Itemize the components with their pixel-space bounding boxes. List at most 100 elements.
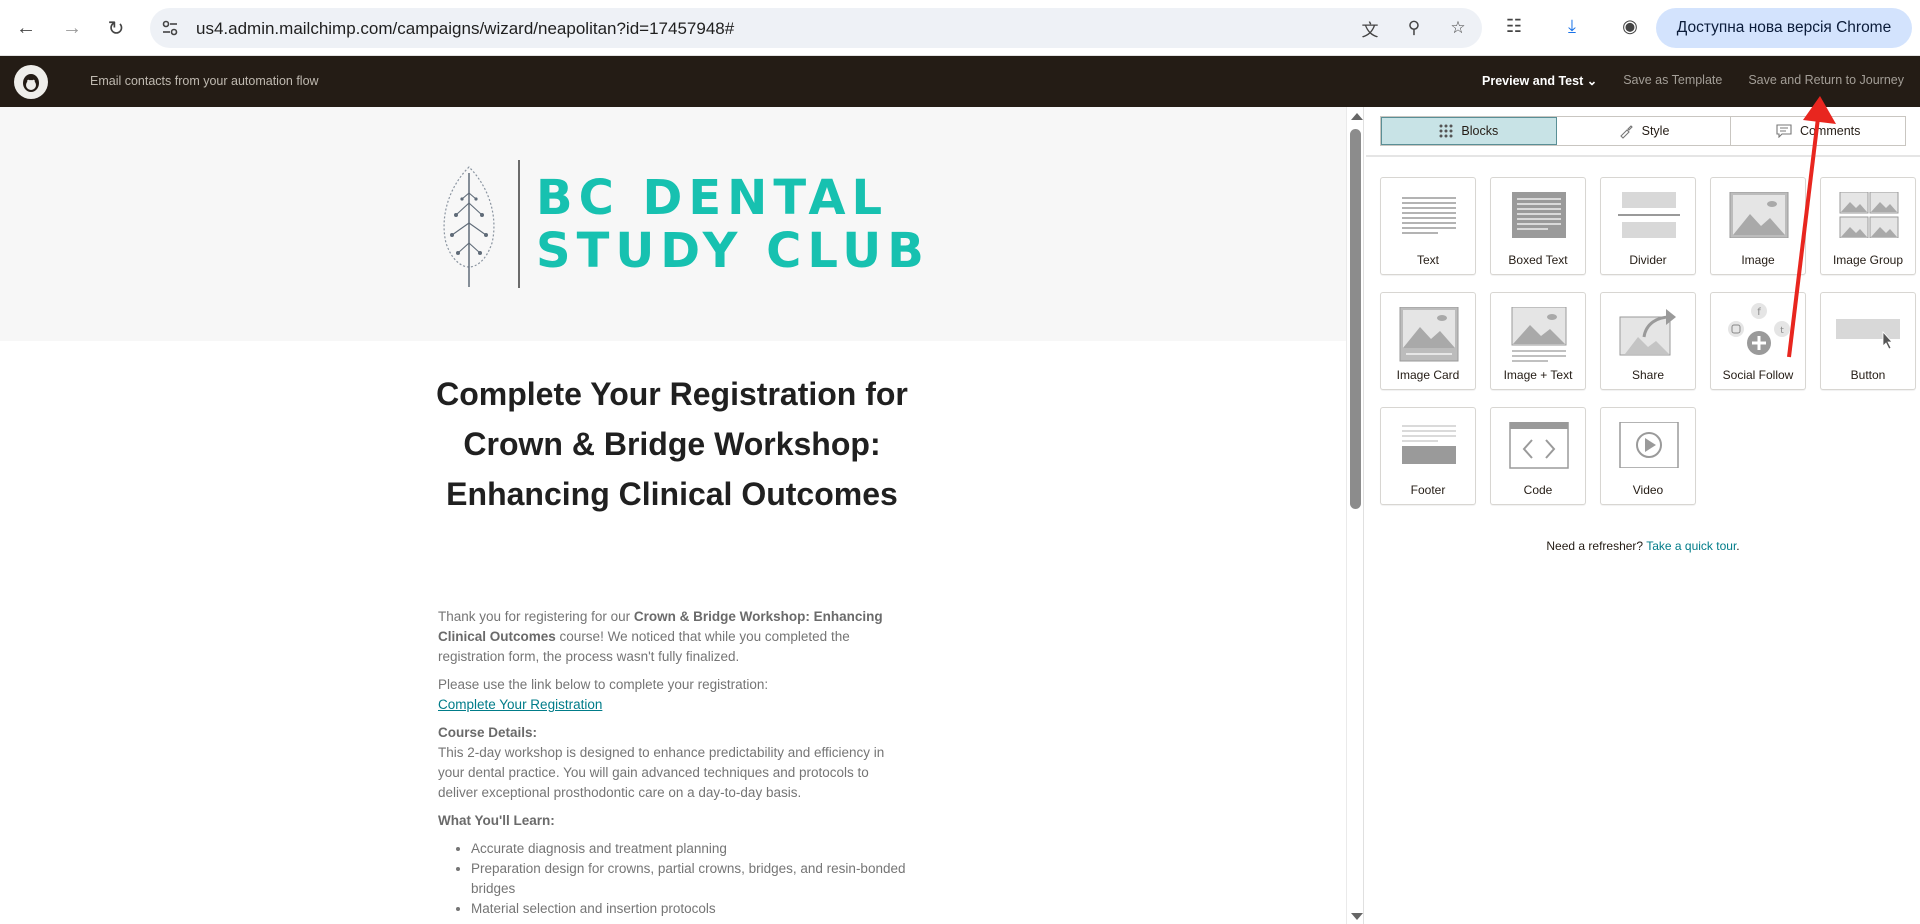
email-body-text[interactable]: Thank you for registering for our Crown … [438, 607, 910, 919]
logo-divider [518, 160, 520, 288]
list-item: Accurate diagnosis and treatment plannin… [471, 839, 910, 859]
image-card-block-icon [1399, 307, 1459, 362]
image-group-block-icon [1839, 192, 1899, 238]
brush-icon [1619, 125, 1633, 139]
intro-paragraph: Thank you for registering for our Crown … [438, 607, 910, 667]
block-label: Boxed Text [1508, 253, 1568, 267]
share-block-icon [1619, 309, 1676, 356]
block-footer[interactable]: Footer [1380, 407, 1476, 505]
scroll-thumb[interactable] [1350, 129, 1361, 509]
logo-text-line1: BC DENTAL [536, 170, 889, 226]
mailchimp-header: Email contacts from your automation flow… [0, 56, 1920, 107]
block-label: Share [1631, 368, 1665, 382]
tab-comments[interactable]: Comments [1731, 117, 1905, 145]
save-as-template-button[interactable]: Save as Template [1623, 73, 1722, 88]
panel-divider [1366, 155, 1920, 157]
content-blocks-panel: Blocks Style Comments Text Boxed Text Di… [1366, 107, 1920, 924]
tree-logo-icon [443, 166, 495, 287]
tab-style-label: Style [1641, 124, 1670, 138]
svg-text:f: f [1757, 307, 1761, 318]
logo-text-line2: STUDY CLUB [536, 223, 930, 279]
block-divider[interactable]: Divider [1600, 177, 1696, 275]
video-block-icon [1619, 422, 1679, 468]
block-image-text[interactable]: Image + Text [1490, 292, 1586, 390]
tab-blocks[interactable]: Blocks [1381, 117, 1557, 145]
refresher-end: . [1736, 539, 1740, 553]
preview-label: Preview and Test [1482, 74, 1584, 88]
block-label: Code [1523, 483, 1553, 497]
site-settings-icon[interactable] [160, 18, 180, 38]
zoom-icon[interactable]: ⚲ [1404, 18, 1424, 38]
scroll-up-icon[interactable] [1351, 113, 1363, 120]
course-details-heading: Course Details: [438, 725, 538, 740]
email-header-banner[interactable]: BC DENTAL STUDY CLUB [0, 107, 1346, 341]
intro-text: Thank you for registering for our [438, 609, 634, 624]
campaign-title: Email contacts from your automation flow [90, 74, 319, 88]
translate-icon[interactable]: 文 [1360, 18, 1380, 40]
block-share[interactable]: Share [1600, 292, 1696, 390]
block-code[interactable]: Code [1490, 407, 1586, 505]
refresher-note: Need a refresher? Take a quick tour. [1366, 539, 1920, 553]
block-boxed-text[interactable]: Boxed Text [1490, 177, 1586, 275]
code-block-icon [1509, 422, 1569, 469]
mailchimp-logo-icon[interactable] [14, 65, 48, 99]
preview-scrollbar[interactable] [1346, 107, 1364, 924]
email-preview[interactable]: BC DENTAL STUDY CLUB Complete Your Regis… [0, 107, 1346, 924]
social-follow-block-icon: f t [1728, 303, 1790, 355]
extensions-icon[interactable]: ☷ [1500, 12, 1528, 40]
text-block-icon [1402, 197, 1456, 234]
download-icon[interactable]: ⤓ [1558, 12, 1586, 40]
scroll-down-icon[interactable] [1351, 913, 1363, 920]
save-and-return-button[interactable]: Save and Return to Journey [1748, 73, 1904, 88]
block-label: Image + Text [1503, 368, 1573, 382]
comment-icon [1776, 124, 1792, 138]
reload-icon[interactable]: ↻ [100, 12, 132, 44]
block-image[interactable]: Image [1710, 177, 1806, 275]
learn-list: Accurate diagnosis and treatment plannin… [438, 839, 910, 919]
panel-tabs: Blocks Style Comments [1380, 116, 1906, 146]
back-icon[interactable]: ← [10, 12, 42, 44]
footer-block-icon [1402, 425, 1456, 464]
grid-icon [1439, 124, 1453, 138]
chrome-update-button[interactable]: Доступна нова версія Chrome [1656, 8, 1912, 48]
block-label: Button [1850, 368, 1886, 382]
button-block-icon [1836, 319, 1900, 350]
block-label: Footer [1410, 483, 1446, 497]
blocks-grid: Text Boxed Text Divider Image Image Grou… [1380, 177, 1916, 505]
quick-tour-link[interactable]: Take a quick tour [1646, 539, 1736, 553]
block-label: Image [1741, 253, 1775, 267]
block-video[interactable]: Video [1600, 407, 1696, 505]
block-label: Text [1416, 253, 1439, 267]
link-instruction-text: Please use the link below to complete yo… [438, 677, 769, 692]
block-image-group[interactable]: Image Group [1820, 177, 1916, 275]
forward-icon[interactable]: → [56, 12, 88, 44]
chevron-down-icon: ⌄ [1586, 74, 1598, 88]
tab-style[interactable]: Style [1557, 117, 1732, 145]
learn-section: What You'll Learn: [438, 811, 910, 831]
url-text[interactable]: us4.admin.mailchimp.com/campaigns/wizard… [196, 19, 734, 39]
learn-heading: What You'll Learn: [438, 813, 555, 828]
preview-and-test-button[interactable]: Preview and Test ⌄ [1482, 73, 1597, 88]
block-button[interactable]: Button [1820, 292, 1916, 390]
course-details-text: This 2-day workshop is designed to enhan… [438, 745, 885, 800]
block-social-follow[interactable]: f t Social Follow [1710, 292, 1806, 390]
address-bar[interactable]: us4.admin.mailchimp.com/campaigns/wizard… [150, 8, 1482, 48]
block-image-card[interactable]: Image Card [1380, 292, 1476, 390]
profile-icon[interactable]: ◉ [1616, 12, 1644, 40]
link-instruction: Please use the link below to complete yo… [438, 675, 910, 715]
block-label: Social Follow [1722, 368, 1794, 382]
email-title[interactable]: Complete Your Registration for Crown & B… [430, 369, 914, 519]
list-item: Preparation design for crowns, partial c… [471, 859, 910, 899]
divider-block-icon [1618, 192, 1680, 238]
block-label: Image Group [1832, 253, 1904, 267]
block-text[interactable]: Text [1380, 177, 1476, 275]
bookmark-star-icon[interactable]: ☆ [1448, 18, 1468, 38]
list-item: Material selection and insertion protoco… [471, 899, 910, 919]
complete-registration-link[interactable]: Complete Your Registration [438, 697, 602, 712]
svg-text:t: t [1780, 326, 1784, 336]
course-details: Course Details: This 2-day workshop is de… [438, 723, 910, 803]
block-label: Video [1632, 483, 1664, 497]
refresher-text: Need a refresher? [1546, 539, 1647, 553]
browser-toolbar: ← → ↻ us4.admin.mailchimp.com/campaigns/… [0, 0, 1920, 56]
image-block-icon [1729, 192, 1789, 238]
